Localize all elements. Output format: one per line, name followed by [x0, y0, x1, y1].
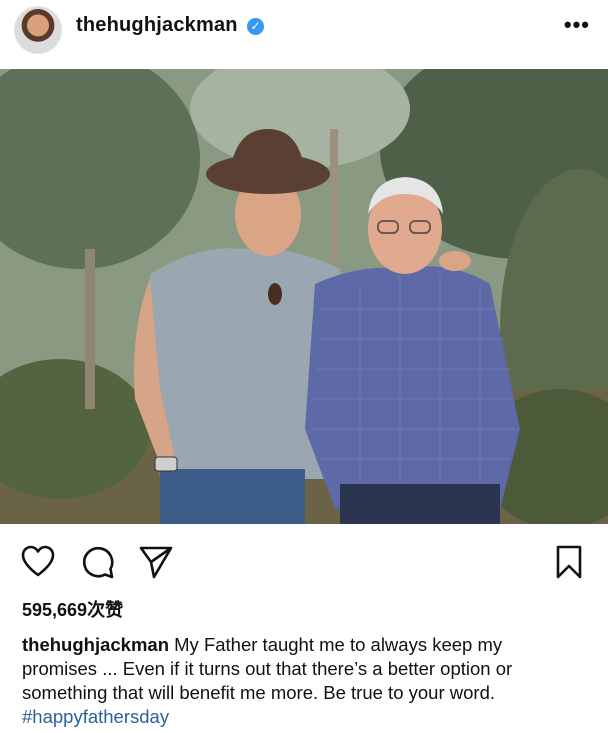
verified-badge-icon: ✓ — [247, 18, 264, 35]
caption-username[interactable]: thehughjackman — [22, 634, 169, 655]
post-photo[interactable] — [0, 69, 608, 524]
photo-illustration — [0, 69, 608, 524]
caption-hashtag[interactable]: #happyfathersday — [22, 706, 169, 727]
post-caption: thehughjackman My Father taught me to al… — [22, 633, 582, 729]
bookmark-icon[interactable] — [551, 544, 587, 580]
post-username[interactable]: thehughjackman — [76, 14, 238, 37]
post-actions — [0, 540, 608, 584]
like-count[interactable]: 595,669次赞 — [22, 596, 123, 622]
comment-icon[interactable] — [80, 544, 116, 580]
avatar[interactable] — [14, 6, 62, 54]
post-header: thehughjackman ✓ ••• — [0, 0, 608, 66]
more-options-icon[interactable]: ••• — [564, 12, 590, 38]
send-icon[interactable] — [138, 544, 174, 580]
heart-icon[interactable] — [20, 544, 56, 580]
